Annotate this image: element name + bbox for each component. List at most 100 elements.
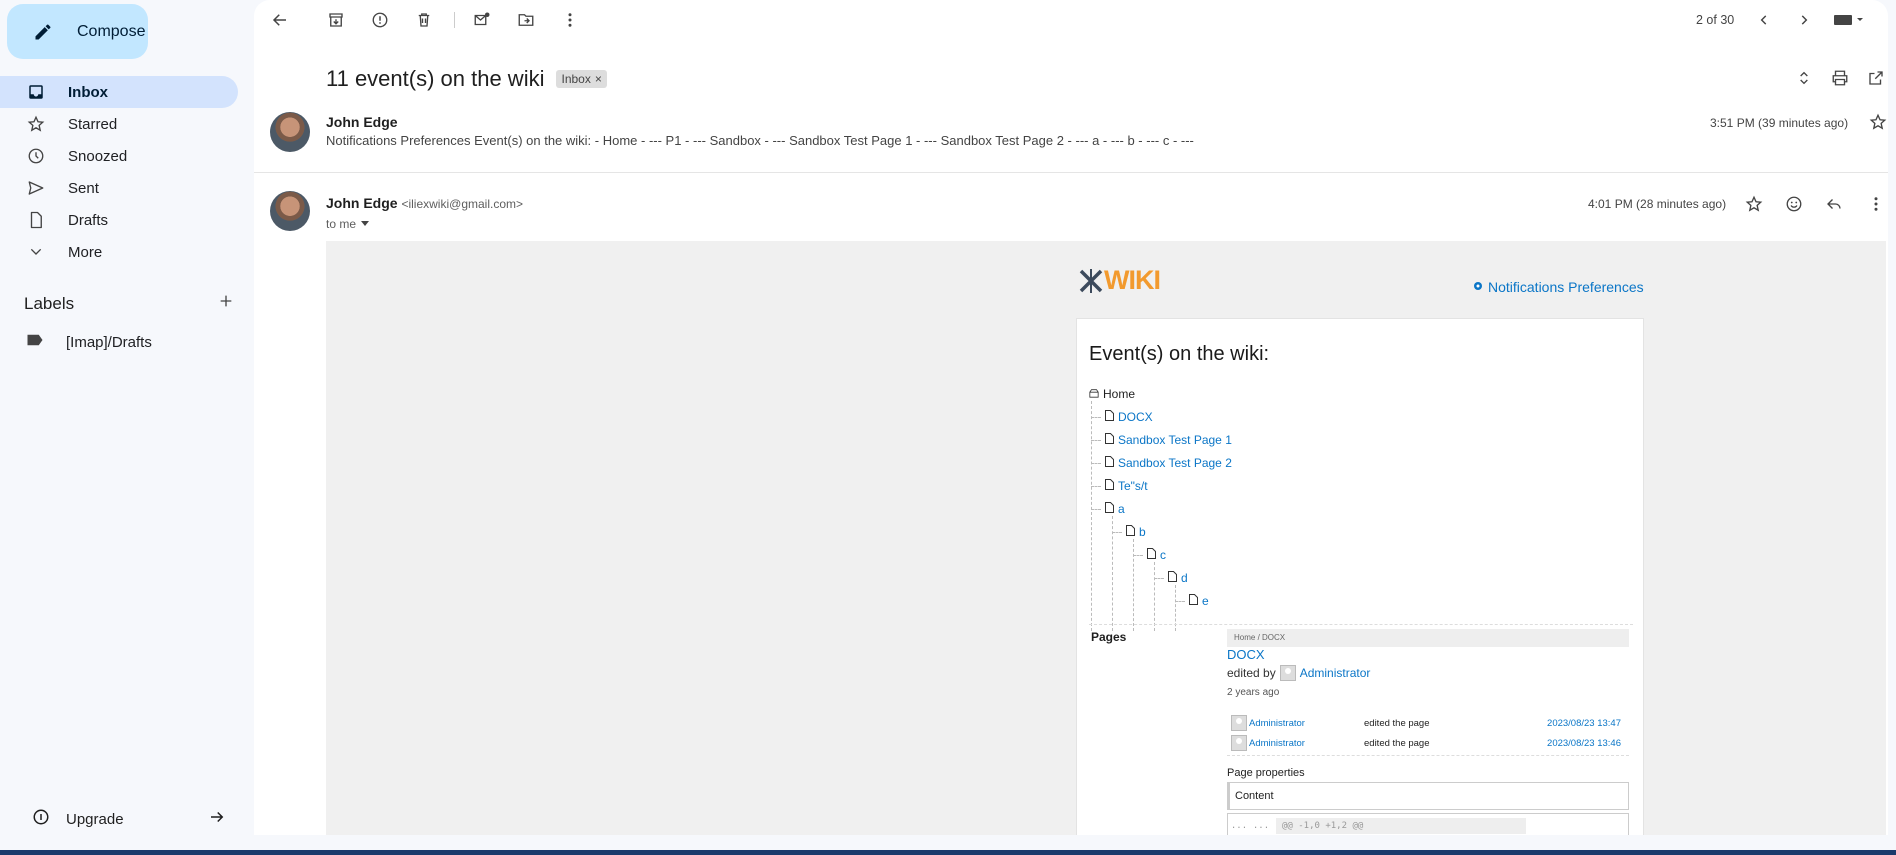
sidebar-item-starred[interactable]: Starred — [0, 108, 238, 140]
label-icon — [26, 333, 44, 351]
notifications-preferences-link[interactable]: Notifications Preferences — [1472, 279, 1644, 295]
upgrade-badge-icon — [32, 808, 50, 830]
chip-close-icon[interactable]: × — [595, 72, 602, 86]
pages-title: Pages — [1091, 630, 1127, 644]
star-icon[interactable] — [1868, 112, 1888, 132]
sidebar-item-label: Snoozed — [68, 147, 128, 165]
open-in-new-icon[interactable] — [1866, 68, 1886, 88]
tree-root: Home — [1089, 387, 1135, 401]
compose-button[interactable]: Compose — [7, 4, 148, 59]
tree-item-link[interactable]: e — [1202, 594, 1209, 608]
diff-box: ... ... @@ -1,0 +1,2 @@ — [1227, 813, 1629, 835]
sender-name[interactable]: John Edge — [326, 195, 398, 211]
user-avatar — [1231, 735, 1247, 751]
history-user[interactable]: Administrator — [1249, 718, 1364, 729]
diff-line-new: ... — [1252, 821, 1270, 831]
sidebar-item-inbox[interactable]: Inbox — [0, 76, 238, 108]
main-pane: 2 of 30 11 event(s) on the wiki Inbox × … — [254, 0, 1888, 835]
xwiki-logo: WIKI — [1078, 265, 1161, 296]
sidebar-item-label: Inbox — [68, 83, 108, 101]
edited-ago: 2 years ago — [1227, 687, 1280, 698]
page-icon — [1105, 502, 1114, 516]
report-spam-icon[interactable] — [370, 10, 390, 30]
toolbar-divider — [454, 12, 455, 28]
delete-icon[interactable] — [414, 10, 434, 30]
edited-by-label: edited by — [1227, 666, 1276, 680]
add-label-icon[interactable] — [218, 293, 234, 314]
page-properties-title: Page properties — [1227, 767, 1305, 779]
tree-connector — [1133, 555, 1143, 556]
chevron-right-icon[interactable] — [1794, 10, 1814, 30]
tree-connector — [1091, 509, 1101, 510]
clock-icon — [26, 146, 46, 166]
labels-header: Labels — [24, 293, 234, 314]
tree-item-link[interactable]: a — [1118, 502, 1125, 516]
sidebar-item-more[interactable]: More — [0, 236, 238, 268]
print-icon[interactable] — [1830, 68, 1850, 88]
sender-name[interactable]: John Edge — [326, 114, 398, 130]
reply-icon[interactable] — [1824, 194, 1844, 214]
breadcrumb[interactable]: Home / DOCX — [1227, 629, 1629, 647]
history-action: edited the page — [1364, 737, 1430, 749]
tree-item-link[interactable]: d — [1181, 571, 1188, 585]
page-icon — [1189, 594, 1198, 608]
mark-unread-icon[interactable] — [472, 10, 492, 30]
label-item-imap-drafts[interactable]: [Imap]/Drafts — [26, 333, 152, 351]
tree-item-link[interactable]: Te"s/t — [1118, 479, 1148, 493]
tree-connector — [1091, 440, 1101, 441]
page-icon — [1105, 456, 1114, 470]
more-vert-icon[interactable] — [1866, 194, 1886, 214]
page-link[interactable]: DOCX — [1227, 647, 1265, 662]
more-vert-icon[interactable] — [560, 10, 580, 30]
tree-item-link[interactable]: Sandbox Test Page 2 — [1118, 456, 1232, 470]
expand-all-icon[interactable] — [1794, 68, 1814, 88]
message-time: 4:01 PM (28 minutes ago) — [1588, 197, 1727, 211]
taskbar-strip — [0, 850, 1896, 855]
tree-item: Sandbox Test Page 1 — [1105, 433, 1232, 447]
back-icon[interactable] — [270, 10, 290, 30]
page-icon — [1126, 525, 1135, 539]
history-row: Administrator edited the page 2023/08/23… — [1231, 735, 1631, 751]
history-date[interactable]: 2023/08/23 13:47 — [1547, 718, 1621, 729]
user-avatar — [1231, 715, 1247, 731]
pencil-icon — [35, 23, 51, 39]
tree-item: DOCX — [1105, 410, 1153, 424]
logo-text: WIKI — [1104, 265, 1161, 295]
upgrade-label: Upgrade — [66, 810, 124, 828]
archive-icon[interactable] — [326, 10, 346, 30]
history-date[interactable]: 2023/08/23 13:46 — [1547, 738, 1621, 749]
chevron-down-icon — [26, 242, 46, 262]
move-to-icon[interactable] — [516, 10, 536, 30]
user-avatar — [1279, 665, 1296, 681]
history-user[interactable]: Administrator — [1249, 738, 1364, 749]
tree-item: c — [1147, 548, 1166, 562]
page-icon — [1105, 410, 1114, 424]
editor-link[interactable]: Administrator — [1300, 666, 1371, 680]
sidebar-item-label: Drafts — [68, 211, 109, 229]
content-property: Content — [1227, 782, 1629, 810]
tree-item-link[interactable]: b — [1139, 525, 1146, 539]
tree-item: a — [1105, 502, 1125, 516]
emoji-icon[interactable] — [1784, 194, 1804, 214]
star-icon[interactable] — [1744, 194, 1764, 214]
upgrade-button[interactable]: Upgrade — [18, 803, 234, 835]
thread-subject: 11 event(s) on the wiki Inbox × — [326, 66, 607, 92]
page-icon — [1105, 479, 1114, 493]
sidebar-item-drafts[interactable]: Drafts — [0, 204, 238, 236]
tree-connector — [1112, 516, 1113, 631]
labels-title: Labels — [24, 293, 75, 313]
message-snippet[interactable]: Notifications Preferences Event(s) on th… — [326, 133, 1194, 148]
tree-item-link[interactable]: DOCX — [1118, 410, 1153, 424]
subject-text: 11 event(s) on the wiki — [326, 66, 545, 91]
tree-item-link[interactable]: Sandbox Test Page 1 — [1118, 433, 1232, 447]
tree-item: Sandbox Test Page 2 — [1105, 456, 1232, 470]
pages-separator — [1089, 624, 1633, 625]
chevron-left-icon[interactable] — [1754, 10, 1774, 30]
home-icon — [1089, 387, 1099, 401]
recipients-toggle[interactable]: to me — [326, 217, 370, 231]
diff-line-old: ... — [1230, 821, 1248, 831]
tree-item-link[interactable]: c — [1160, 548, 1166, 562]
sidebar-item-sent[interactable]: Sent — [0, 172, 238, 204]
keyboard-icon[interactable] — [1832, 10, 1866, 30]
sidebar-item-snoozed[interactable]: Snoozed — [0, 140, 238, 172]
